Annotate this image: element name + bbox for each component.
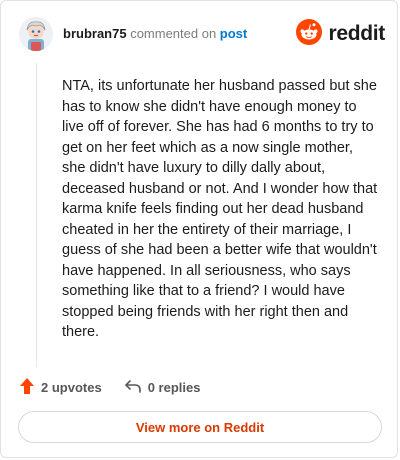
reddit-logo-icon <box>296 18 323 50</box>
reply-button[interactable]: 0 replies <box>124 378 201 397</box>
comment-meta: brubran75 commented on post <box>63 26 247 41</box>
post-link[interactable]: post <box>220 26 247 41</box>
view-more-button[interactable]: View more on Reddit <box>18 411 382 443</box>
action-text: commented on <box>126 26 220 41</box>
avatar[interactable] <box>19 17 53 51</box>
comment-body: NTA, its unfortunate her husband passed … <box>62 78 378 340</box>
upvote-arrow-icon <box>19 377 35 398</box>
reddit-wordmark: reddit <box>328 22 385 45</box>
username-link[interactable]: brubran75 <box>63 26 127 41</box>
comment-actions: 2 upvotes 0 replies <box>19 376 222 398</box>
reddit-brand[interactable]: reddit <box>296 18 385 50</box>
upvote-button[interactable]: 2 upvotes <box>19 377 102 398</box>
comment-card: brubran75 commented on post reddit NTA, … <box>0 0 398 458</box>
comment-header: brubran75 commented on post reddit <box>19 17 385 53</box>
reply-arrow-icon <box>124 378 142 397</box>
reply-count: 0 replies <box>147 379 201 395</box>
thread-line <box>36 63 37 367</box>
upvote-count: 2 upvotes <box>41 379 102 395</box>
